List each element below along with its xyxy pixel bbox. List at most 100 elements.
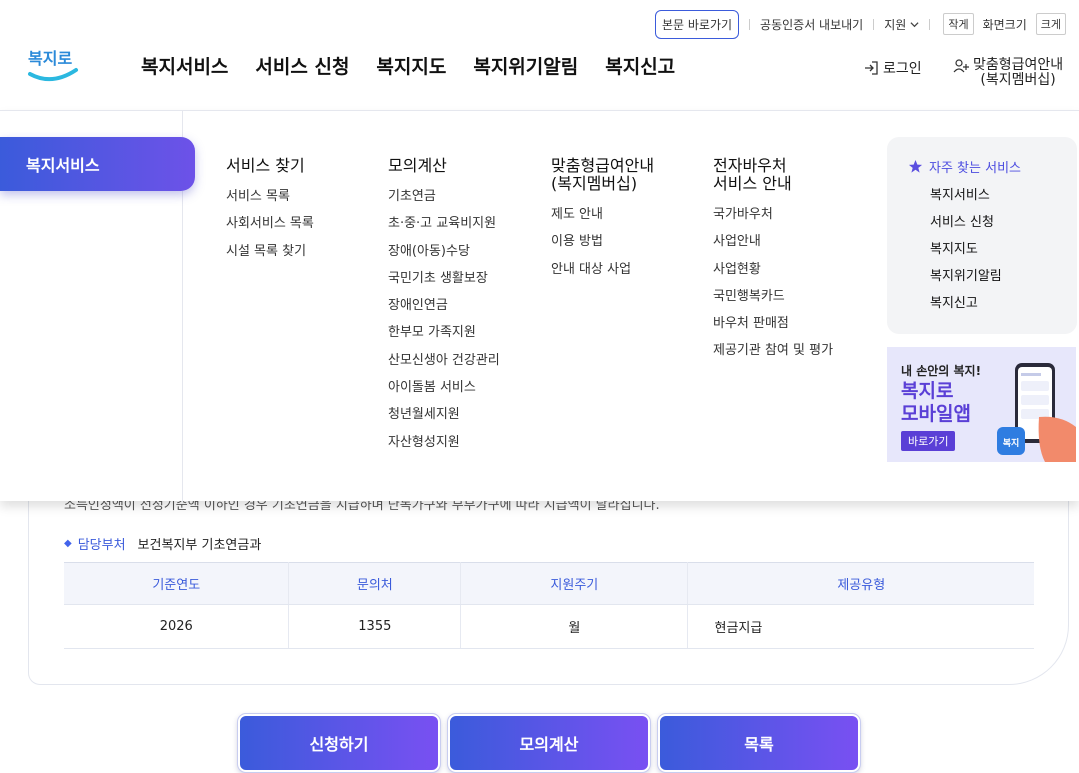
logo[interactable]: 복지로 [26, 40, 80, 88]
menu-item[interactable]: 제도 안내 [551, 207, 654, 222]
favorite-item[interactable]: 복지신고 [930, 296, 1077, 311]
menu-column-title-line: 전자바우처 [713, 156, 787, 175]
divider [749, 18, 751, 30]
membership-link[interactable]: 맞춤형급여안내 (복지멤버십) [953, 58, 1063, 88]
user-plus-icon [953, 59, 969, 73]
table-cell: 월 [460, 604, 689, 649]
menu-item[interactable]: 기초연금 [388, 189, 500, 204]
menu-item[interactable]: 장애인연금 [388, 298, 500, 313]
menu-item[interactable]: 청년월세지원 [388, 407, 500, 422]
support-dropdown[interactable]: 지원 [884, 16, 919, 33]
menu-item[interactable]: 한부모 가족지원 [388, 325, 500, 340]
star-icon [908, 159, 923, 173]
favorites-title: 자주 찾는 서비스 [929, 161, 1021, 176]
apply-button[interactable]: 신청하기 [237, 713, 441, 773]
menu-item[interactable]: 사업안내 [713, 234, 833, 249]
banner-title: 복지로 모바일앱 [901, 380, 971, 426]
nav-crisis-alert[interactable]: 복지위기알림 [473, 52, 578, 79]
department-value: 보건복지부 기초연금과 [137, 538, 262, 553]
banner-title-line: 모바일앱 [901, 403, 971, 425]
mega-menu-active-category[interactable]: 복지서비스 [0, 137, 195, 191]
membership-sublabel: (복지멤버십) [980, 72, 1056, 88]
nav-service-apply[interactable]: 서비스 신청 [255, 52, 349, 79]
menu-item[interactable]: 국민기초 생활보장 [388, 271, 500, 286]
header-cell: 기준연도 [64, 562, 290, 605]
menu-item[interactable]: 제공기관 참여 및 평가 [713, 343, 833, 358]
menu-column-title[interactable]: 서비스 찾기 [226, 157, 314, 175]
menu-column-service-search: 서비스 찾기 서비스 목록 사회서비스 목록 시설 목록 찾기 [226, 157, 314, 271]
favorite-item[interactable]: 서비스 신청 [930, 215, 1077, 230]
support-label: 지원 [884, 17, 907, 32]
membership-label: 맞춤형급여안내 [973, 57, 1064, 73]
menu-column-simulation: 모의계산 기초연금 초·중·고 교육비지원 장애(아동)수당 국민기초 생활보장… [388, 157, 500, 462]
menu-item[interactable]: 장애(아동)수당 [388, 244, 500, 259]
department-row: ◆ 담당부처 보건복지부 기초연금과 [64, 534, 261, 553]
action-buttons: 신청하기 모의계산 목록 [237, 713, 861, 773]
menu-item[interactable]: 시설 목록 찾기 [226, 244, 314, 259]
list-button[interactable]: 목록 [657, 713, 861, 773]
menu-column-title-line: (복지멤버십) [551, 174, 638, 193]
menu-column-title-line: 서비스 안내 [713, 174, 792, 193]
table-header-row: 기준연도 문의처 지원주기 제공유형 [64, 562, 1034, 605]
banner-tagline: 내 손안의 복지! [901, 364, 982, 378]
favorites-header: 자주 찾는 서비스 [908, 157, 1077, 176]
favorite-item[interactable]: 복지지도 [930, 242, 1077, 257]
mega-menu: 복지서비스 서비스 찾기 서비스 목록 사회서비스 목록 시설 목록 찾기 모의… [0, 110, 1079, 502]
favorite-item[interactable]: 복지위기알림 [930, 269, 1077, 284]
simulate-button[interactable]: 모의계산 [447, 713, 651, 773]
menu-item[interactable]: 국민행복카드 [713, 289, 833, 304]
table-cell: 1355 [288, 604, 462, 649]
banner-title-line: 복지로 [901, 380, 954, 402]
favorite-item[interactable]: 복지서비스 [930, 188, 1077, 203]
cert-export-link[interactable]: 공동인증서 내보내기 [760, 16, 863, 33]
nav-welfare-services[interactable]: 복지서비스 [141, 52, 228, 79]
mobile-app-banner[interactable]: 내 손안의 복지! 복지로 모바일앱 바로가기 복지 [887, 347, 1076, 462]
table-row: 2026 1355 월 현금지급 [64, 604, 1034, 649]
svg-text:복지: 복지 [1003, 437, 1020, 449]
menu-column-title[interactable]: 모의계산 [388, 157, 500, 175]
divider [873, 18, 875, 30]
menu-column-voucher: 전자바우처 서비스 안내 국가바우처 사업안내 사업현황 국민행복카드 바우처 … [713, 157, 833, 371]
menu-item[interactable]: 이용 방법 [551, 234, 654, 249]
font-large-button[interactable]: 크게 [1035, 13, 1066, 35]
utility-bar: 본문 바로가기 공동인증서 내보내기 지원 작게 화면크기 크게 [654, 9, 1069, 39]
favorites-panel: 자주 찾는 서비스 복지서비스 서비스 신청 복지지도 복지위기알림 복지신고 [887, 137, 1077, 334]
header-cell: 제공유형 [687, 562, 1034, 605]
table-cell: 2026 [64, 604, 290, 649]
menu-item[interactable]: 사업현황 [713, 262, 833, 277]
phone-in-hand-icon: 복지 [997, 363, 1076, 462]
menu-column-title[interactable]: 전자바우처 서비스 안내 [713, 157, 833, 193]
menu-item[interactable]: 아이돌봄 서비스 [388, 380, 500, 395]
divider [929, 18, 931, 30]
chevron-down-icon [910, 21, 919, 27]
login-label: 로그인 [883, 61, 922, 77]
font-small-button[interactable]: 작게 [943, 13, 974, 35]
menu-item[interactable]: 국가바우처 [713, 207, 833, 222]
menu-item[interactable]: 서비스 목록 [226, 189, 314, 204]
nav-welfare-map[interactable]: 복지지도 [376, 52, 446, 79]
header-cell: 지원주기 [460, 562, 689, 605]
menu-item[interactable]: 바우처 판매점 [713, 316, 833, 331]
banner-go-button[interactable]: 바로가기 [901, 431, 956, 451]
font-size-label: 화면크기 [982, 17, 1027, 32]
header-cell: 문의처 [288, 562, 462, 605]
menu-item[interactable]: 자산형성지원 [388, 435, 500, 450]
department-label: 담당부처 [77, 538, 126, 553]
info-table: 기준연도 문의처 지원주기 제공유형 2026 1355 월 현금지급 [64, 562, 1034, 649]
skip-to-content-link[interactable]: 본문 바로가기 [654, 9, 740, 39]
main-nav: 복지서비스 서비스 신청 복지지도 복지위기알림 복지신고 [141, 52, 675, 79]
menu-item[interactable]: 산모신생아 건강관리 [388, 353, 500, 368]
menu-column-membership: 맞춤형급여안내 (복지멤버십) 제도 안내 이용 방법 안내 대상 사업 [551, 157, 654, 289]
menu-item[interactable]: 초·중·고 교육비지원 [388, 216, 500, 231]
menu-column-title-line: 맞춤형급여안내 [551, 156, 655, 175]
svg-text:복지로: 복지로 [28, 49, 72, 68]
nav-welfare-report[interactable]: 복지신고 [605, 52, 675, 79]
bullet-icon: ◆ [64, 538, 72, 549]
bokjiro-logo-icon: 복지로 [28, 49, 78, 82]
login-link[interactable]: 로그인 [864, 58, 922, 78]
menu-item[interactable]: 사회서비스 목록 [226, 216, 314, 231]
menu-column-title[interactable]: 맞춤형급여안내 (복지멤버십) [551, 157, 654, 193]
table-cell: 현금지급 [687, 604, 1034, 649]
menu-item[interactable]: 안내 대상 사업 [551, 262, 654, 277]
login-icon [865, 61, 878, 75]
